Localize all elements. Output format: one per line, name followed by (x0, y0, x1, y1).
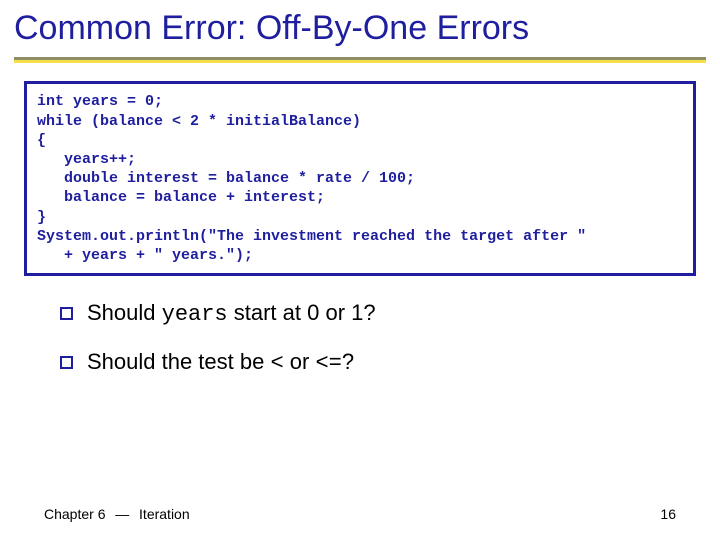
bullet-list: Should years start at 0 or 1? Should the… (60, 300, 680, 376)
text-span: Should (87, 300, 162, 325)
text-span: start at 0 or 1? (228, 300, 376, 325)
bullet-text: Should years start at 0 or 1? (87, 300, 376, 327)
footer-left: Chapter 6 — Iteration (44, 506, 190, 522)
bullet-icon (60, 307, 73, 320)
footer: Chapter 6 — Iteration 16 (0, 506, 720, 522)
em-dash: — (109, 506, 135, 522)
text-span: ? (342, 349, 354, 374)
page-number: 16 (660, 506, 676, 522)
title-rule-light (14, 60, 706, 63)
slide: Common Error: Off-By-One Errors int year… (0, 0, 720, 540)
bullet-icon (60, 356, 73, 369)
text-span: Should the test be (87, 349, 270, 374)
chapter-title: Iteration (139, 506, 190, 522)
bullet-text: Should the test be < or <=? (87, 349, 354, 376)
code-box: int years = 0; while (balance < 2 * init… (24, 81, 696, 276)
code-block: int years = 0; while (balance < 2 * init… (37, 92, 683, 265)
list-item: Should the test be < or <=? (60, 349, 680, 376)
mono-span: <= (315, 351, 341, 376)
slide-title: Common Error: Off-By-One Errors (0, 10, 720, 53)
chapter-label: Chapter 6 (44, 506, 105, 522)
mono-span: years (162, 302, 228, 327)
list-item: Should years start at 0 or 1? (60, 300, 680, 327)
text-span: or (284, 349, 316, 374)
mono-span: < (270, 351, 283, 376)
